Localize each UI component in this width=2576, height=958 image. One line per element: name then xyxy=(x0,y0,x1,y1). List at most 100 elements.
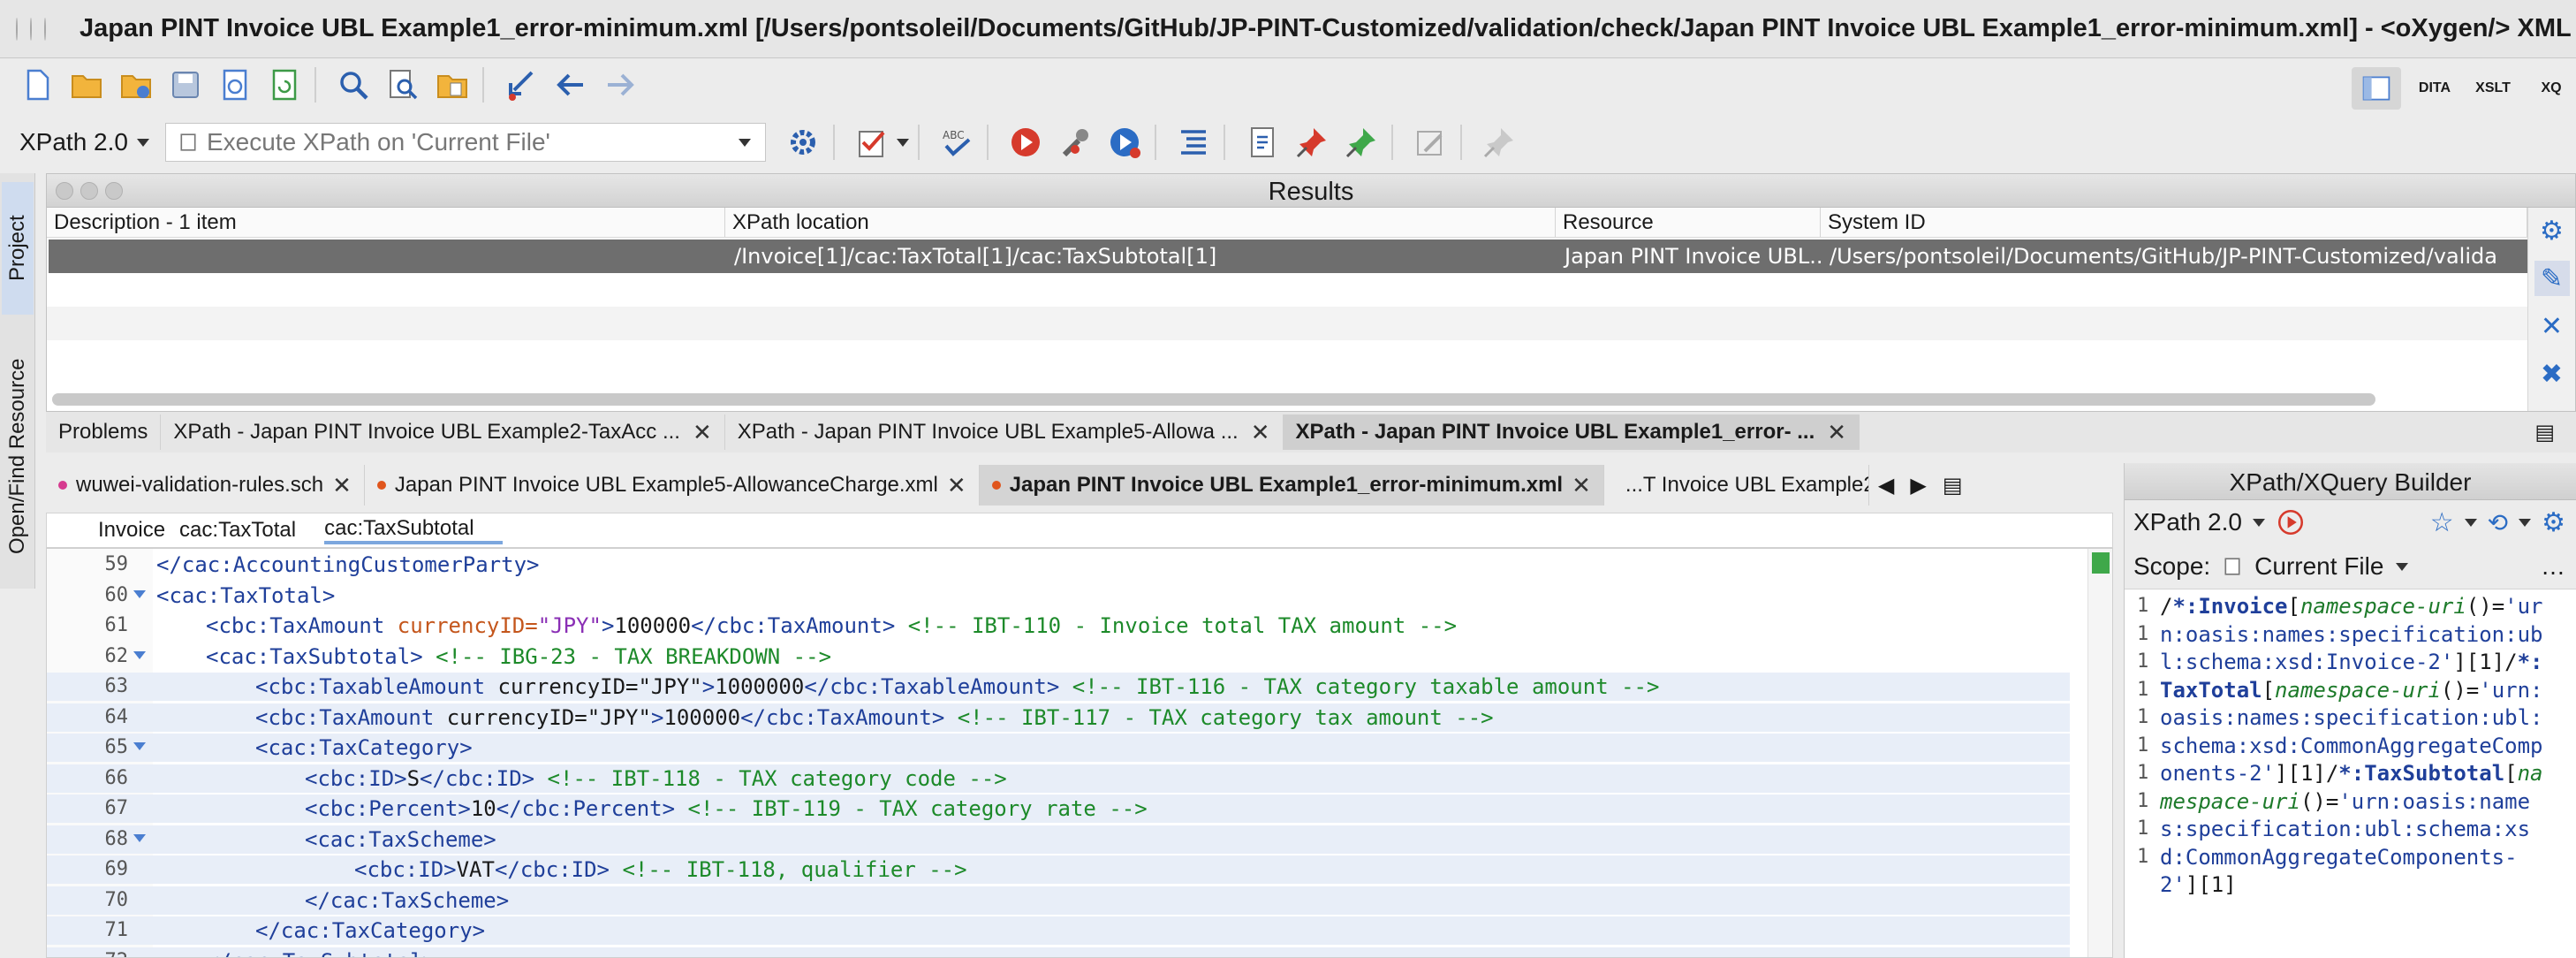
save-button[interactable] xyxy=(164,64,207,106)
gear-icon[interactable]: ⚙ xyxy=(2542,507,2565,538)
validate-button[interactable] xyxy=(851,121,893,163)
code-editor[interactable]: 59 </cac:AccountingCustomerParty> 60 <cac:T… xyxy=(46,548,2113,958)
code-line[interactable]: 65 <cac:TaxCategory> xyxy=(47,734,2070,762)
editor-tab-example2[interactable]: ...T Invoice UBL Example2-TaxAcctCur.xn xyxy=(1604,465,1869,506)
tab-xpath-example5[interactable]: XPath - Japan PINT Invoice UBL Example5-… xyxy=(725,414,1284,450)
close-icon[interactable]: ✕ xyxy=(332,472,352,499)
chevron-down-icon[interactable] xyxy=(2519,518,2532,527)
code-line[interactable]: 66 <cbc:ID>S</cbc:ID> <!-- IBT-118 - TAX … xyxy=(47,764,2070,793)
code-line[interactable]: 69 <cbc:ID>VAT</cbc:ID> <!-- IBT-118, qua… xyxy=(47,855,2070,884)
builder-version-label[interactable]: XPath 2.0 xyxy=(2133,508,2242,536)
breadcrumb-item-active[interactable]: cac:TaxSubtotal xyxy=(324,516,503,544)
fold-toggle-icon[interactable] xyxy=(133,833,146,842)
tab-xpath-example1[interactable]: XPath - Japan PINT Invoice UBL Example1_… xyxy=(1283,414,1860,450)
code-line[interactable]: 62 <cac:TaxSubtotal> <!-- IBG-23 - TAX BR… xyxy=(47,642,2070,671)
editor-tab-example1[interactable]: Japan PINT Invoice UBL Example1_error-mi… xyxy=(979,465,1604,506)
close-icon[interactable]: ✕ xyxy=(693,419,712,446)
editor-tab-example5[interactable]: Japan PINT Invoice UBL Example5-Allowanc… xyxy=(365,465,980,506)
tab-scroll-left-icon[interactable]: ◀ xyxy=(1878,473,1894,498)
gear-icon[interactable]: ⚙ xyxy=(2534,213,2570,248)
code-line[interactable]: 63 <cbc:TaxableAmount currencyID="JPY">10… xyxy=(47,673,2070,701)
open-file-button[interactable] xyxy=(65,64,108,106)
pin-green-button[interactable] xyxy=(1340,121,1383,163)
open-url-button[interactable] xyxy=(115,64,157,106)
chevron-down-icon[interactable] xyxy=(2464,518,2477,527)
back-button[interactable] xyxy=(549,64,592,106)
xpath-settings-button[interactable] xyxy=(782,121,824,163)
tab-scroll-right-icon[interactable]: ▶ xyxy=(1910,473,1926,498)
clear-pin-button[interactable] xyxy=(1478,121,1520,163)
xpath-version-dropdown[interactable]: XPath 2.0 xyxy=(19,128,149,156)
last-edit-button[interactable] xyxy=(500,64,542,106)
xquery-perspective-button[interactable]: XQ xyxy=(2527,67,2576,110)
edit-disabled-button[interactable] xyxy=(1409,121,1451,163)
spell-check-button[interactable]: ABC xyxy=(936,121,978,163)
chevron-down-icon[interactable] xyxy=(2252,518,2265,527)
breadcrumb-item[interactable]: Invoice xyxy=(47,518,179,543)
code-line[interactable]: 61 <cbc:TaxAmount currencyID="JPY">100000… xyxy=(47,612,2070,640)
editor-vertical-scrollbar[interactable] xyxy=(2087,549,2112,957)
save-all-button[interactable] xyxy=(214,64,256,106)
code-line[interactable]: 59 </cac:AccountingCustomerParty> xyxy=(47,551,2070,579)
pin-red-button[interactable] xyxy=(1291,121,1333,163)
configure-transformation-button[interactable] xyxy=(1054,121,1096,163)
column-header-description[interactable]: Description - 1 item xyxy=(47,208,725,237)
dita-perspective-button[interactable]: DITA xyxy=(2410,67,2459,110)
xslt-perspective-button[interactable]: XSLT xyxy=(2468,67,2518,110)
find-in-files-button[interactable] xyxy=(382,64,424,106)
new-file-button[interactable] xyxy=(16,64,58,106)
code-line[interactable]: 64 <cbc:TaxAmount currencyID="JPY">100000… xyxy=(47,703,2070,732)
chevron-down-icon[interactable] xyxy=(2396,562,2409,571)
code-line[interactable]: 70 </cac:TaxScheme> xyxy=(47,886,2070,915)
column-header-system-id[interactable]: System ID xyxy=(1821,208,2527,237)
editor-tab-schematron[interactable]: wuwei-validation-rules.sch ✕ xyxy=(46,465,365,506)
close-icon[interactable]: ✕ xyxy=(947,472,966,499)
star-icon[interactable]: ☆ xyxy=(2430,507,2454,538)
close-icon[interactable]: ✕ xyxy=(1251,419,1270,446)
xpath-document-button[interactable] xyxy=(1241,121,1284,163)
chevron-down-icon[interactable] xyxy=(738,138,751,147)
result-row[interactable]: /Invoice[1]/cac:TaxTotal[1]/cac:TaxSubto… xyxy=(49,240,2529,273)
column-header-xpath-location[interactable]: XPath location xyxy=(725,208,1556,237)
fold-toggle-icon[interactable] xyxy=(133,742,146,750)
tab-project[interactable]: Project xyxy=(2,182,34,315)
xpath-input[interactable]: Execute XPath on 'Current File' xyxy=(164,123,766,162)
find-button[interactable] xyxy=(332,64,375,106)
breadcrumb-item[interactable]: cac:TaxTotal xyxy=(179,518,324,543)
play-icon[interactable] xyxy=(2276,507,2306,537)
code-line[interactable]: 72 </cac:TaxSubtotal> xyxy=(47,947,2070,957)
highlight-icon[interactable]: ✎ xyxy=(2534,261,2570,296)
tab-xpath-example2[interactable]: XPath - Japan PINT Invoice UBL Example2-… xyxy=(161,414,725,450)
reload-button[interactable] xyxy=(263,64,306,106)
fold-toggle-icon[interactable] xyxy=(133,589,146,598)
tab-problems[interactable]: Problems xyxy=(46,414,162,450)
more-icon[interactable]: … xyxy=(2541,552,2565,581)
close-icon[interactable]: ✕ xyxy=(1827,419,1846,446)
tabs-menu-icon[interactable]: ▤ xyxy=(2534,420,2555,445)
close-all-icon[interactable]: ✖ xyxy=(2534,356,2570,392)
open-resource-button[interactable] xyxy=(431,64,474,106)
column-header-resource[interactable]: Resource xyxy=(1556,208,1821,237)
scope-dropdown[interactable]: Current File xyxy=(2254,552,2383,581)
forward-button[interactable] xyxy=(599,64,641,106)
format-indent-button[interactable] xyxy=(1172,121,1215,163)
debug-button[interactable] xyxy=(1103,121,1146,163)
code-line[interactable]: 67 <cbc:Percent>10</cbc:Percent> <!-- IBT… xyxy=(47,795,2070,823)
fold-toggle-icon[interactable] xyxy=(133,650,146,659)
chevron-down-icon[interactable] xyxy=(896,138,909,147)
tabs-menu-icon[interactable]: ▤ xyxy=(1943,473,1963,498)
code-line[interactable]: 60 <cac:TaxTotal> xyxy=(47,582,2070,610)
history-icon[interactable]: ⟲ xyxy=(2488,508,2508,537)
code-line[interactable]: 71 </cac:TaxCategory> xyxy=(47,916,2070,945)
run-transformation-button[interactable] xyxy=(1004,121,1047,163)
zoom-window-button[interactable] xyxy=(44,17,46,41)
results-horizontal-scrollbar[interactable] xyxy=(52,393,2375,406)
xpath-builder-editor[interactable]: 1 1 1 1 1 1 1 1 1 1 /*:Invoice[namespace-uri()='u… xyxy=(2125,589,2576,958)
editor-perspective-button[interactable] xyxy=(2352,67,2401,110)
close-window-button[interactable] xyxy=(16,17,18,41)
code-line[interactable]: 68 <cac:TaxScheme> xyxy=(47,825,2070,854)
minimize-window-button[interactable] xyxy=(30,17,32,41)
close-icon[interactable]: ✕ xyxy=(1572,472,1591,499)
tab-open-find-resource[interactable]: Open/Find Resource xyxy=(2,332,34,580)
close-icon[interactable]: ✕ xyxy=(2534,308,2570,344)
